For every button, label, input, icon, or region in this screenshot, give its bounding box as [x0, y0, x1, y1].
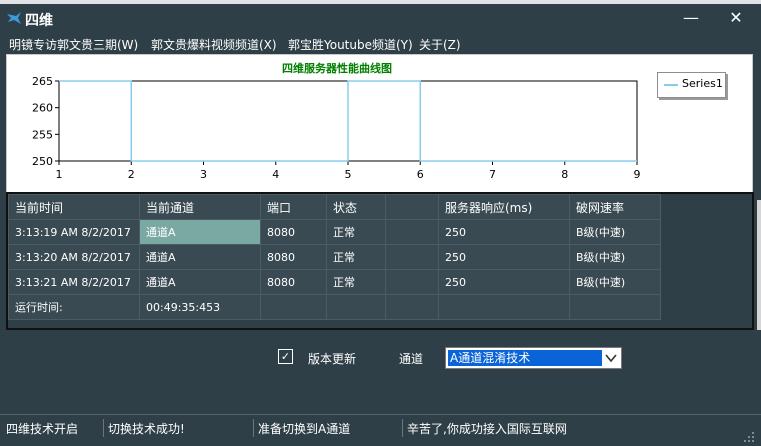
status-bar: 四维技术开启 切换技术成功! 准备切换到A通道 辛苦了,你成功接入国际互联网: [0, 414, 761, 446]
status-connected: 辛苦了,你成功接入国际互联网: [407, 422, 567, 436]
cell-status[interactable]: 正常: [326, 269, 386, 295]
window-edge: [757, 200, 761, 330]
title-bar: 四维 — ✕: [0, 4, 761, 32]
cell-time[interactable]: 3:13:19 AM 8/2/2017: [8, 219, 140, 245]
header-channel[interactable]: 当前通道: [139, 194, 261, 220]
x-tick-label: 9: [634, 168, 641, 181]
performance-chart: 四维服务器性能曲线图 265 260 255 250 1 2 3 4 5 6 7 8 9 Series…: [6, 54, 753, 193]
cell-time[interactable]: 3:13:21 AM 8/2/2017: [8, 269, 140, 295]
header-response[interactable]: 服务器响应(ms): [438, 194, 570, 220]
cell-blank[interactable]: [385, 244, 439, 270]
menu-item-interview[interactable]: 明镜专访郭文贵三期(W): [9, 36, 138, 53]
y-tick-label: 250: [32, 155, 53, 168]
cell-empty[interactable]: [385, 294, 439, 320]
header-speed[interactable]: 破网速率: [569, 194, 661, 220]
y-tick-label: 260: [32, 102, 53, 115]
cell-port[interactable]: 8080: [260, 219, 327, 245]
chart-legend: Series1: [657, 72, 726, 98]
cell-status[interactable]: 正常: [326, 244, 386, 270]
table-row[interactable]: 3:13:20 AM 8/2/2017 通道A 8080 正常 250 B级(中…: [8, 244, 661, 270]
cell-empty[interactable]: [438, 294, 570, 320]
cell-port[interactable]: 8080: [260, 244, 327, 270]
cell-channel[interactable]: 通道A: [139, 219, 261, 245]
cell-blank[interactable]: [385, 269, 439, 295]
legend-swatch: [664, 84, 678, 86]
status-divider: [253, 419, 254, 437]
menu-item-youtube-channel[interactable]: 郭宝胜Youtube频道(Y): [288, 36, 413, 53]
status-divider: [402, 419, 403, 437]
update-checkbox[interactable]: ✓: [278, 349, 293, 364]
cell-speed[interactable]: B级(中速): [569, 219, 661, 245]
y-tick-label: 265: [32, 75, 53, 88]
chart-title: 四维服务器性能曲线图: [282, 61, 392, 75]
cell-blank[interactable]: [385, 219, 439, 245]
status-preparing: 准备切换到A通道: [258, 422, 351, 436]
channel-select[interactable]: A通道混淆技术: [445, 347, 622, 369]
x-tick-label: 5: [345, 168, 352, 181]
x-tick-label: 4: [272, 168, 279, 181]
cell-response[interactable]: 250: [438, 219, 570, 245]
x-axis: 1 2 3 4 5 6 7 8 9: [56, 161, 641, 181]
y-axis: 265 260 255 250: [32, 75, 59, 168]
channel-select-value[interactable]: A通道混淆技术: [448, 350, 602, 366]
x-tick-label: 7: [489, 168, 496, 181]
cell-empty[interactable]: [326, 294, 386, 320]
cell-runtime-value[interactable]: 00:49:35:453: [139, 294, 261, 320]
cell-speed[interactable]: B级(中速): [569, 244, 661, 270]
cell-status[interactable]: 正常: [326, 219, 386, 245]
cell-time[interactable]: 3:13:20 AM 8/2/2017: [8, 244, 140, 270]
status-tech-on: 四维技术开启: [6, 422, 79, 436]
cell-channel[interactable]: 通道A: [139, 244, 261, 270]
minimize-button[interactable]: —: [679, 7, 703, 29]
x-tick-label: 2: [128, 168, 135, 181]
x-tick-label: 6: [417, 168, 424, 181]
cell-response[interactable]: 250: [438, 269, 570, 295]
header-port[interactable]: 端口: [260, 194, 327, 220]
window-title: 四维: [25, 13, 53, 29]
table-row[interactable]: 3:13:21 AM 8/2/2017 通道A 8080 正常 250 B级(中…: [8, 269, 661, 295]
close-button[interactable]: ✕: [724, 7, 748, 29]
chevron-down-icon[interactable]: [603, 350, 619, 366]
cell-port[interactable]: 8080: [260, 269, 327, 295]
cell-empty[interactable]: [569, 294, 661, 320]
app-bird-icon: [7, 12, 21, 24]
header-status[interactable]: 状态: [326, 194, 386, 220]
header-blank[interactable]: [385, 194, 439, 220]
cell-runtime-label[interactable]: 运行时间:: [8, 294, 140, 320]
resize-grip-icon[interactable]: [743, 431, 755, 443]
cell-speed[interactable]: B级(中速): [569, 269, 661, 295]
legend-series-label: Series1: [682, 77, 723, 90]
control-row: ✓ 版本更新 通道 A通道混淆技术: [0, 345, 761, 369]
update-label: 版本更新: [308, 352, 357, 366]
menu-bar: 明镜专访郭文贵三期(W) 郭文贵爆料视频频道(X) 郭宝胜Youtube频道(Y…: [0, 33, 761, 53]
channel-table: 当前时间 当前通道 端口 状态 服务器响应(ms) 破网速率 3:13:19 A…: [8, 194, 661, 320]
status-divider: [103, 419, 104, 437]
y-tick-label: 255: [32, 128, 53, 141]
header-time[interactable]: 当前时间: [8, 194, 140, 220]
table-row[interactable]: 3:13:19 AM 8/2/2017 通道A 8080 正常 250 B级(中…: [8, 219, 661, 245]
data-grid: 当前时间 当前通道 端口 状态 服务器响应(ms) 破网速率 3:13:19 A…: [6, 192, 754, 330]
x-tick-label: 1: [56, 168, 63, 181]
cell-empty[interactable]: [260, 294, 327, 320]
cell-channel[interactable]: 通道A: [139, 269, 261, 295]
status-switch-success: 切换技术成功!: [108, 422, 185, 436]
table-row-runtime[interactable]: 运行时间: 00:49:35:453: [8, 294, 661, 320]
x-tick-label: 3: [200, 168, 207, 181]
x-tick-label: 8: [561, 168, 568, 181]
cell-response[interactable]: 250: [438, 244, 570, 270]
menu-item-video-channel[interactable]: 郭文贵爆料视频频道(X): [151, 36, 277, 53]
menu-item-about[interactable]: 关于(Z): [419, 36, 461, 53]
table-header-row: 当前时间 当前通道 端口 状态 服务器响应(ms) 破网速率: [8, 194, 661, 220]
channel-label: 通道: [399, 352, 424, 366]
chart-canvas: 四维服务器性能曲线图 265 260 255 250 1 2 3 4 5 6 7 8 9: [32, 61, 641, 181]
